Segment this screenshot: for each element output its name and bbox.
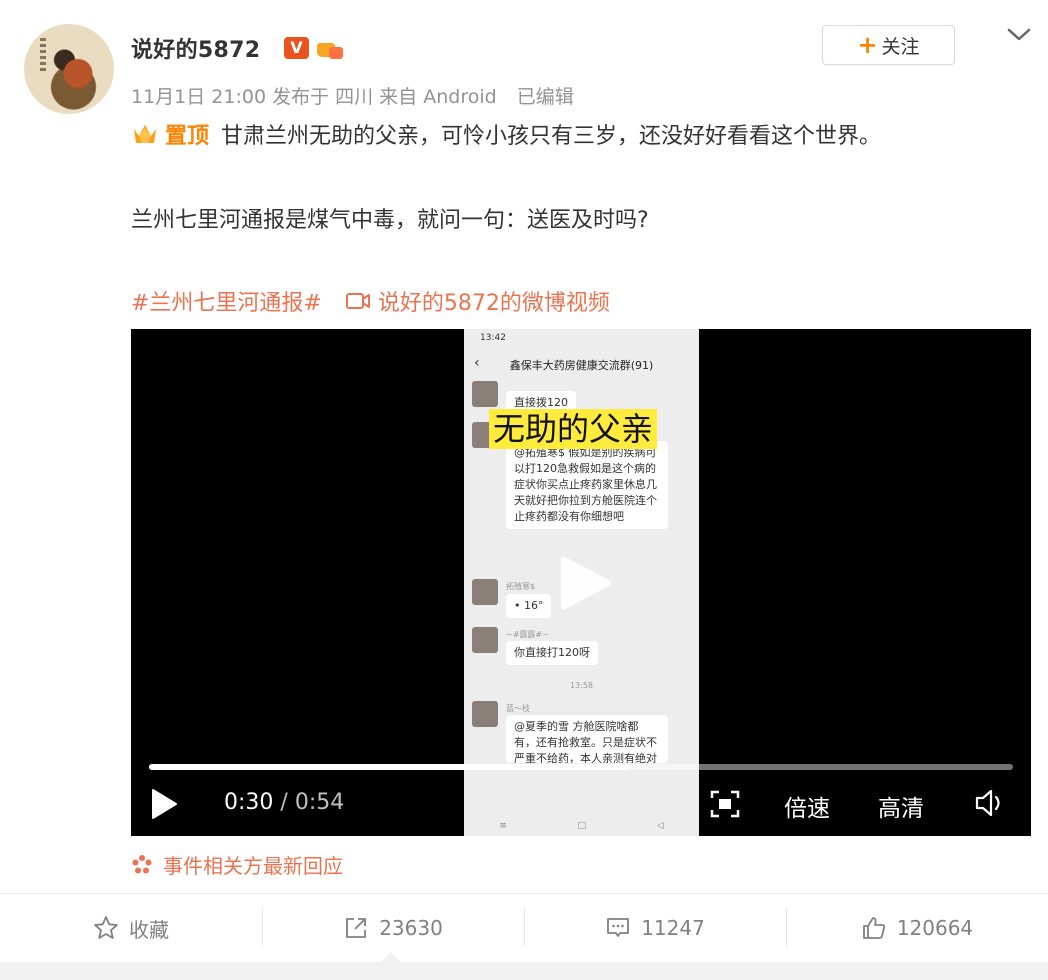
phone-nav-bar: ≡ □ ◁ — [499, 821, 664, 831]
verified-v-badge: V — [284, 37, 309, 59]
post-meta-text: 11月1日 21:00 发布于 四川 来自 Android — [131, 86, 497, 108]
phone-chat-title: 鑫保丰大药房健康交流群(91) — [509, 359, 654, 372]
chat-message: 你直接打120呀 — [506, 641, 598, 665]
repost-count: 23630 — [379, 916, 443, 940]
phone-status-time: 13:42 — [480, 333, 506, 343]
pinned-label: 置顶 — [165, 124, 210, 149]
action-bar: 收藏 23630 11247 120664 — [0, 894, 1048, 962]
follow-button-label: 关注 — [881, 35, 920, 58]
repost-icon — [346, 918, 367, 938]
post-tags: #兰州七里河通报# 说好的5872的微博视频 — [131, 285, 610, 317]
video-link[interactable]: 说好的5872的微博视频 — [378, 285, 610, 317]
chat-avatar — [472, 579, 498, 605]
fullscreen-icon[interactable] — [709, 789, 741, 819]
like-button[interactable]: 120664 — [786, 894, 1048, 962]
favorite-button[interactable]: 收藏 — [0, 894, 262, 962]
progress-bar[interactable] — [149, 764, 1013, 770]
comment-icon — [607, 918, 630, 937]
time-separator: / — [280, 790, 288, 815]
chat-timestamp: 13:58 — [569, 681, 594, 690]
post-text-line-1: 甘肃兰州无助的父亲，可怜小孩只有三岁，还没好好看看这个世界。 — [221, 124, 882, 149]
event-response-label: 事件相关方最新回应 — [163, 854, 343, 878]
current-time: 0:30 — [224, 790, 274, 815]
chat-avatar — [472, 627, 498, 653]
edited-label[interactable]: 已编辑 — [517, 86, 574, 108]
video-camera-icon — [345, 293, 370, 309]
event-icon — [132, 854, 152, 873]
total-time: 0:54 — [294, 790, 345, 815]
play-icon[interactable] — [555, 551, 615, 615]
post-line-1: 置顶 甘肃兰州无助的父亲，可怜小孩只有三岁，还没好好看看这个世界。 — [131, 118, 881, 150]
comment-button[interactable]: 11247 — [524, 894, 786, 962]
like-count: 120664 — [896, 916, 974, 940]
time-display: 0:30 / 0:54 — [224, 790, 344, 815]
crown-pin-icon — [134, 125, 156, 143]
video-caption: 无助的父亲 — [489, 409, 658, 449]
favorite-label: 收藏 — [129, 917, 169, 942]
chat-message: @拓殖寒$ 假如是别的疾病可以打120急救假如是这个病的症状你买点止疼药家里休息… — [506, 441, 668, 529]
chat-message: • 16° — [506, 594, 552, 618]
quality-button[interactable]: 高清 — [878, 789, 924, 823]
member-crown-badge — [315, 35, 345, 61]
avatar[interactable] — [24, 24, 114, 114]
chevron-down-icon[interactable] — [1006, 26, 1032, 44]
chat-nickname: 拓殖寒$ — [506, 582, 536, 591]
chat-message: @夏季的雪 方舱医院啥都有，还有抢救室。只是症状不严重不给药，本人亲测有绝对发言… — [506, 715, 668, 763]
chat-avatar — [472, 381, 498, 407]
follow-button[interactable]: + 关注 — [822, 25, 955, 65]
like-icon — [862, 917, 885, 939]
hashtag-link[interactable]: #兰州七里河通报# — [131, 285, 322, 317]
post-text-line-2: 兰州七里河通报是煤气中毒，就问一句：送医及时吗? — [131, 208, 649, 233]
star-icon — [94, 916, 118, 939]
video-player[interactable]: 13:42 ‹ 鑫保丰大药房健康交流群(91) 直接拨120 @拓殖寒$ 假如是… — [131, 329, 1031, 836]
play-button-icon[interactable] — [149, 787, 179, 821]
comment-area-edge — [0, 962, 1048, 980]
comment-count: 11247 — [641, 916, 705, 940]
post-meta: 11月1日 21:00 发布于 四川 来自 Android 已编辑 — [131, 82, 574, 109]
plus-icon: + — [857, 31, 878, 59]
chat-nickname: 蓝～枝 — [506, 704, 530, 713]
username[interactable]: 说好的5872 — [131, 32, 260, 64]
progress-fill — [149, 764, 629, 770]
speed-button[interactable]: 倍速 — [784, 789, 830, 823]
chat-nickname: ~#露露#~ — [506, 630, 549, 639]
chat-avatar — [472, 701, 498, 727]
volume-icon[interactable] — [973, 787, 1005, 819]
event-response-link[interactable]: 事件相关方最新回应 — [131, 850, 343, 879]
